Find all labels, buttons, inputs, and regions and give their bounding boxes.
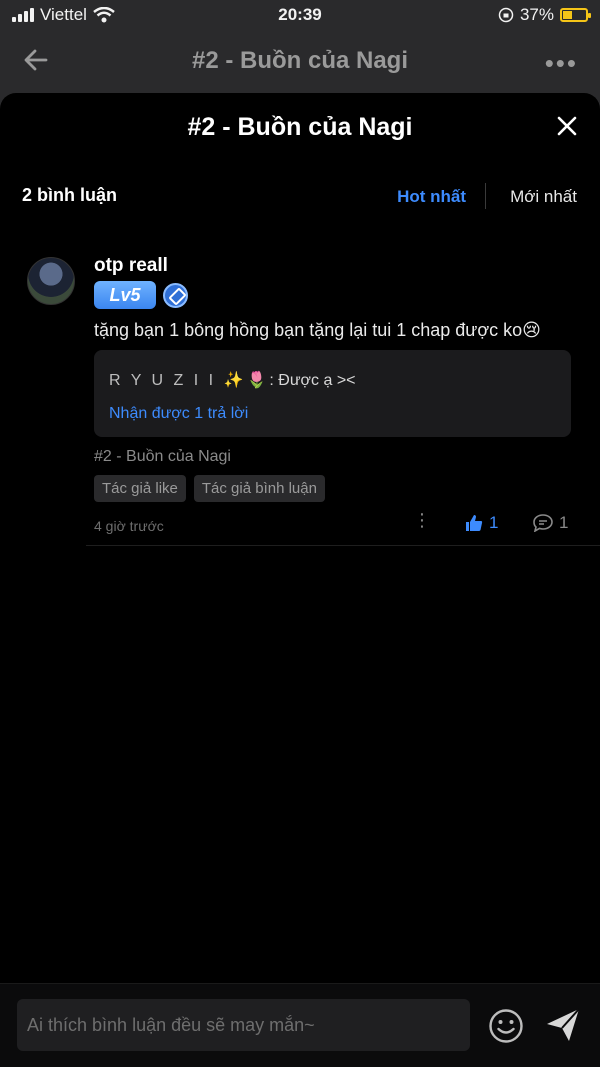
comment-header: 2 bình luận Hot nhất Mới nhất	[22, 183, 586, 209]
tag-author-comment: Tác giả bình luận	[193, 475, 325, 502]
battery-icon	[560, 8, 591, 22]
background-page-title: #2 - Buồn của Nagi	[191, 47, 409, 74]
comment-count: 2 bình luận	[22, 185, 118, 205]
comments-sheet: #2 - Buồn của Nagi 2 bình luận Hot nhất …	[0, 93, 600, 1067]
battery-percent: 37%	[519, 5, 554, 24]
thumbs-up-icon	[466, 515, 483, 531]
tag-list: Tác giả like Tác giả bình luận	[94, 475, 325, 502]
sort-hot-tab[interactable]: Hot nhất	[397, 187, 466, 207]
send-icon[interactable]	[544, 1006, 582, 1044]
comment-bubble-icon	[533, 514, 553, 532]
comment-input-bar	[0, 983, 600, 1067]
reply-text: : Được ạ ><	[269, 372, 356, 389]
orientation-lock-icon	[498, 7, 514, 23]
emoji-icon[interactable]	[488, 1008, 524, 1044]
like-count: 1	[489, 513, 499, 532]
comment-username[interactable]: otp reall	[94, 255, 168, 277]
chapter-reference[interactable]: #2 - Buồn của Nagi	[94, 448, 231, 466]
avatar[interactable]	[27, 257, 75, 305]
level-badge: Lv5	[94, 281, 156, 309]
close-icon[interactable]	[556, 115, 578, 137]
verified-badge-icon	[163, 283, 188, 308]
reply-button[interactable]: 1	[533, 513, 568, 533]
sort-divider	[485, 183, 486, 209]
comment-input[interactable]	[17, 999, 470, 1051]
divider	[86, 545, 600, 546]
like-button[interactable]: 1	[465, 513, 498, 533]
reply-line: R Y U Z I I ✨🌷: Được ạ ><	[109, 370, 356, 390]
reply-count-value: 1	[559, 513, 569, 532]
tag-author-like: Tác giả like	[94, 475, 186, 502]
options-icon[interactable]: ⋮	[413, 510, 431, 531]
sheet-title: #2 - Buồn của Nagi	[187, 113, 413, 141]
comment-time: 4 giờ trước	[94, 518, 164, 534]
sort-new-tab[interactable]: Mới nhất	[510, 187, 577, 207]
view-replies-link[interactable]: Nhận được 1 trả lời	[109, 405, 248, 423]
reply-author: R Y U Z I I ✨🌷	[109, 372, 270, 389]
more-icon[interactable]: •••	[545, 48, 578, 79]
comment-text: tặng bạn 1 bông hồng bạn tặng lại tui 1 …	[94, 320, 541, 340]
status-bar: Viettel 20:39 37%	[0, 0, 600, 32]
reply-preview[interactable]: R Y U Z I I ✨🌷: Được ạ >< Nhận được 1 tr…	[94, 350, 571, 437]
